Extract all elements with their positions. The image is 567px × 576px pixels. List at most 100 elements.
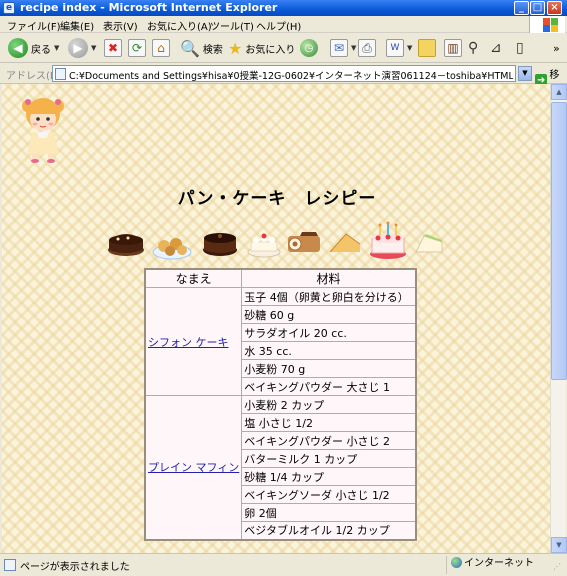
back-arrow-icon: ◀ [8, 38, 28, 58]
chevron-down-icon[interactable]: ▼ [351, 44, 356, 52]
toolbar-overflow-button[interactable]: » [553, 37, 560, 59]
research-icon: ▥ [444, 39, 462, 57]
device-button[interactable]: ▯ [516, 37, 524, 59]
favorites-label: お気に入り [245, 44, 296, 56]
forward-arrow-icon: ▶ [68, 38, 88, 58]
chocolate-cake-2-icon [203, 233, 237, 256]
ie-icon: e [3, 2, 15, 14]
favorites-button[interactable]: ★ お気に入り [228, 37, 295, 59]
mail-icon: ✉ [330, 39, 348, 57]
chocolate-cake-icon [108, 234, 144, 256]
close-button[interactable]: × [547, 1, 562, 15]
print-button[interactable]: ⎙ [358, 37, 376, 59]
menu-bar: ファイル(F) 編集(E) 表示(V) お気に入り(A) ツール(T) ヘルプ(… [0, 16, 567, 33]
media-icon: ⊿ [490, 40, 502, 56]
refresh-button[interactable]: ⟳ [128, 37, 146, 59]
star-icon: ★ [228, 38, 243, 58]
chevron-down-icon[interactable]: ▼ [407, 44, 412, 52]
cake-slice-icon [415, 234, 443, 253]
globe-icon [451, 557, 462, 568]
cake-decoration-row [108, 221, 443, 260]
back-label: 戻る [31, 44, 51, 56]
girl-illustration [22, 98, 64, 163]
messenger-button[interactable]: ⚲ [468, 37, 478, 59]
table-header-row: なまえ 材料 [144, 268, 417, 288]
table-row: プレイン マフィン 小麦粉 2 カップ [144, 395, 417, 540]
ingredient-cell: 砂糖 60 g [241, 305, 417, 324]
refresh-icon: ⟳ [128, 39, 146, 57]
table-row: シフォン ケーキ 玉子 4個（卵黄と卵白を分ける） [144, 287, 417, 396]
home-button[interactable]: ⌂ [152, 37, 170, 59]
search-button[interactable]: 🔍 検索 [180, 37, 223, 59]
menu-help[interactable]: ヘルプ(H) [256, 18, 301, 33]
resize-grip-icon[interactable]: ⋰ [553, 562, 565, 574]
research-button[interactable]: ▥ [444, 37, 462, 59]
messenger-icon: ⚲ [468, 40, 479, 56]
ingredient-cell: ベジタブルオイル 1/2 カップ [241, 521, 417, 540]
ingredient-cell: 水 35 cc. [241, 341, 417, 360]
menu-file[interactable]: ファイル(F) [7, 18, 61, 33]
stop-button[interactable]: ✖ [104, 37, 122, 59]
cream-cake-icon [247, 233, 281, 258]
word-icon: W [386, 39, 404, 57]
print-icon: ⎙ [358, 39, 376, 57]
address-dropdown-icon[interactable]: ▼ [518, 66, 532, 81]
menu-favorites[interactable]: お気に入り(A) [147, 18, 212, 33]
cheese-cake-slice-icon [329, 233, 361, 253]
cookie-plate-icon [152, 238, 192, 260]
ingredient-cell: ベイキングパウダー 大さじ 1 [241, 377, 417, 396]
history-icon: ◷ [300, 39, 318, 57]
scroll-thumb[interactable] [551, 102, 567, 380]
ingredient-cell: ベイキングパウダー 小さじ 2 [241, 431, 417, 450]
menu-edit[interactable]: 編集(E) [60, 18, 94, 33]
address-url[interactable]: C:¥Documents and Settings¥hisa¥0授業-12G-0… [69, 68, 513, 82]
chevron-down-icon[interactable]: ▼ [91, 44, 96, 52]
ingredient-cell: 玉子 4個（卵黄と卵白を分ける） [241, 287, 417, 306]
ingredient-cell: ベイキングソーダ 小さじ 1/2 [241, 485, 417, 504]
roll-cake-icon [288, 232, 320, 252]
security-zone: インターネット [446, 556, 550, 574]
title-bar: e recipe index - Microsoft Internet Expl… [0, 0, 567, 16]
phone-icon: ▯ [516, 40, 524, 56]
address-input[interactable]: C:¥Documents and Settings¥hisa¥0授業-12G-0… [52, 65, 516, 82]
status-bar: ページが表示されました インターネット ⋰ [0, 553, 567, 576]
maximize-button[interactable]: □ [530, 1, 545, 15]
ingredient-cell: 卵 2個 [241, 503, 417, 522]
folder-icon [418, 39, 436, 57]
back-button[interactable]: ◀ 戻る ▼ [8, 37, 59, 59]
ingredient-cell: 小麦粉 70 g [241, 359, 417, 378]
stop-icon: ✖ [104, 39, 122, 57]
edit-button[interactable]: W ▼ [386, 37, 412, 59]
home-icon: ⌂ [152, 39, 170, 57]
media-button[interactable]: ⊿ [490, 37, 502, 59]
recipe-link-plain-muffin[interactable]: プレイン マフィン [148, 461, 239, 474]
ingredient-cell: 塩 小さじ 1/2 [241, 413, 417, 432]
scroll-up-icon[interactable]: ▲ [551, 84, 567, 100]
search-label: 検索 [202, 44, 223, 56]
scroll-down-icon[interactable]: ▼ [551, 537, 567, 553]
chevron-down-icon[interactable]: ▼ [54, 44, 59, 52]
status-text: ページが表示されました [20, 562, 130, 573]
menu-view[interactable]: 表示(V) [103, 18, 138, 33]
folder-button[interactable] [418, 37, 436, 59]
zone-label: インターネット [464, 558, 534, 569]
address-bar: アドレス(D) C:¥Documents and Settings¥hisa¥0… [0, 63, 567, 96]
ingredient-cell: バターミルク 1 カップ [241, 449, 417, 468]
menu-tools[interactable]: ツール(T) [210, 18, 254, 33]
forward-button[interactable]: ▶ ▼ [68, 37, 96, 59]
window-title: recipe index - Microsoft Internet Explor… [20, 1, 278, 14]
minimize-button[interactable]: _ [514, 1, 529, 15]
windows-logo-icon [529, 16, 565, 33]
vertical-scrollbar[interactable]: ▲ ▼ [550, 84, 567, 553]
history-button[interactable]: ◷ [300, 37, 318, 59]
page-icon [55, 68, 66, 80]
ingredient-cell: サラダオイル 20 cc. [241, 323, 417, 342]
toolbar: ◀ 戻る ▼ ▶ ▼ ✖ ⟳ ⌂ 🔍 検索 ★ お気に入り ◷ ✉ ▼ ⎙ W … [0, 33, 567, 63]
page-status-icon [4, 559, 16, 571]
ingredient-cell: 砂糖 1/4 カップ [241, 467, 417, 486]
column-header-name: なまえ [144, 268, 243, 288]
mail-button[interactable]: ✉ ▼ [330, 37, 356, 59]
recipe-link-chiffon-cake[interactable]: シフォン ケーキ [148, 336, 229, 349]
page-content: パン・ケーキ レシピー なまえ 材料 シフォン ケーキ 玉子 4個（卵黄と卵白を… [2, 84, 550, 553]
birthday-cake-icon [370, 221, 406, 259]
